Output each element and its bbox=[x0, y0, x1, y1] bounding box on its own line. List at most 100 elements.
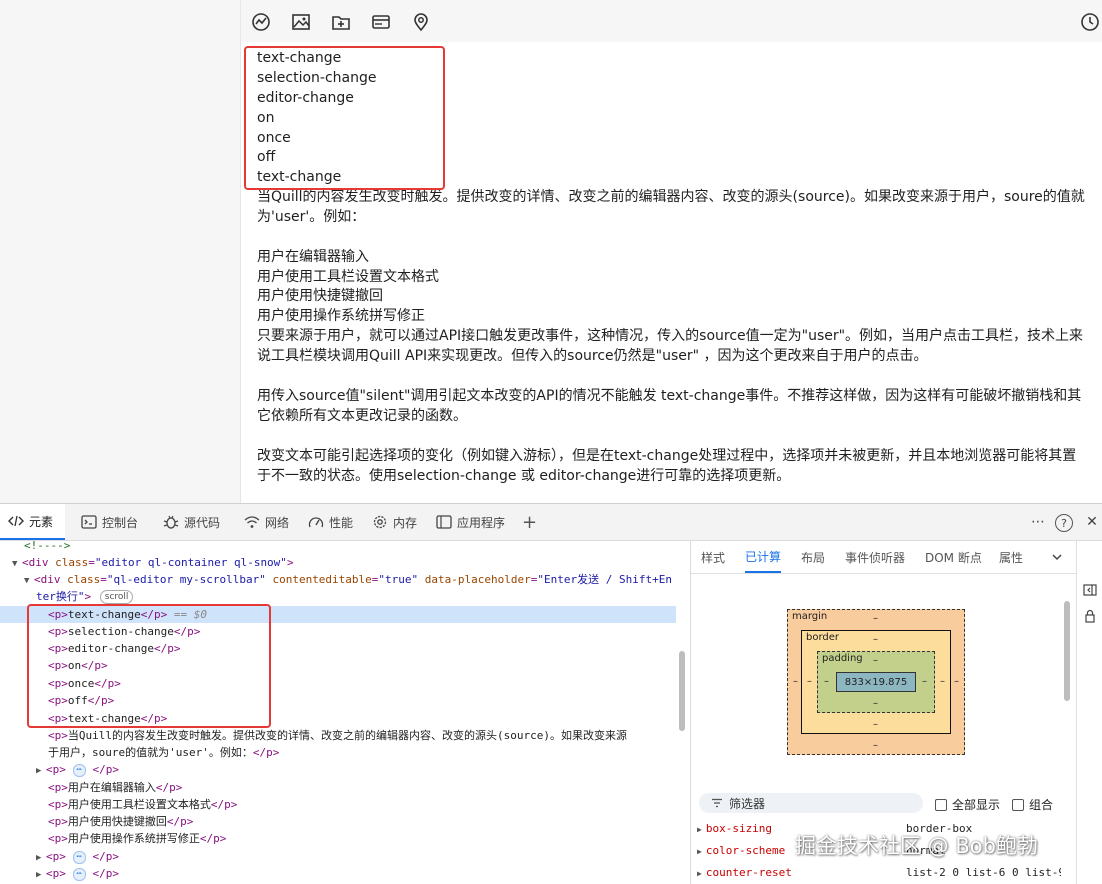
tree-node-p-selected[interactable]: <p>text-change</p> == $0 bbox=[0, 606, 676, 623]
close-icon[interactable]: ✕ bbox=[1082, 512, 1102, 532]
more-options-icon[interactable]: ⋯ bbox=[1028, 512, 1048, 532]
tab-network[interactable]: 网络 bbox=[244, 504, 289, 540]
tab-performance[interactable]: 性能 bbox=[308, 504, 353, 540]
group-checkbox[interactable]: 组合 bbox=[1012, 796, 1053, 813]
right-rail bbox=[1076, 541, 1102, 884]
margin-top-value: – bbox=[873, 613, 878, 624]
tree-node-editor[interactable]: ▼ <div class="ql-editor my-scrollbar" con… bbox=[24, 571, 672, 588]
wifi-icon bbox=[244, 515, 260, 529]
tab-layout[interactable]: 布局 bbox=[801, 541, 825, 573]
expand-triangle-icon[interactable]: ▶ bbox=[36, 763, 46, 780]
tab-elements[interactable]: 元素 bbox=[0, 504, 66, 540]
tab-computed[interactable]: 已计算 bbox=[745, 541, 782, 573]
tab-console[interactable]: 控制台 bbox=[81, 504, 138, 540]
paragraph: 用户使用快捷键撤回 bbox=[257, 288, 383, 304]
tree-node-p[interactable]: <p>once</p> bbox=[48, 675, 121, 692]
margin-right-value: – bbox=[954, 676, 959, 687]
ellipsis-badge[interactable]: ⋯ bbox=[72, 867, 86, 881]
lock-icon[interactable] bbox=[1083, 609, 1097, 623]
side-pane-scrollbar[interactable] bbox=[1064, 601, 1070, 701]
filter-placeholder: 筛选器 bbox=[729, 796, 766, 811]
tree-node-p-collapsed[interactable]: ▶ <p> ⋯ </p> bbox=[36, 865, 119, 882]
scroll-badge[interactable]: scroll bbox=[99, 590, 134, 604]
checkbox-box[interactable] bbox=[1012, 798, 1024, 811]
event-line: text-change bbox=[257, 50, 342, 66]
tab-label: 网络 bbox=[265, 515, 290, 530]
tab-dom-breakpoints[interactable]: DOM 断点 bbox=[925, 541, 982, 573]
devtools-tabbar: 元素 控制台 源代码 网络 性能 内存 应用程序 + ⋯ ? ✕ bbox=[0, 504, 1102, 541]
tab-event-listeners[interactable]: 事件侦听器 bbox=[845, 541, 905, 573]
padding-right-value: – bbox=[922, 676, 927, 687]
paragraph: 用户使用操作系统拼写修正 bbox=[257, 308, 425, 324]
border-top-value: – bbox=[873, 634, 878, 645]
tab-memory[interactable]: 内存 bbox=[372, 504, 417, 540]
tree-node-p[interactable]: <p>editor-change</p> bbox=[48, 640, 180, 657]
tree-node-container[interactable]: ▼ <div class="editor ql-container ql-snow… bbox=[12, 554, 294, 571]
margin-bottom-value: – bbox=[873, 740, 878, 751]
elements-scrollbar[interactable] bbox=[679, 651, 685, 731]
paragraph: 用传入source值"silent"调用引起文本改变的API的情况不能触发 te… bbox=[257, 388, 1082, 424]
expand-triangle-icon[interactable]: ▶ bbox=[36, 867, 46, 884]
padding-bottom-value: – bbox=[873, 698, 878, 709]
border-right-value: – bbox=[940, 676, 945, 687]
expand-triangle-icon[interactable]: ▼ bbox=[12, 556, 22, 573]
watermark-text: 掘金技术社区 @ Bob鲍勃 bbox=[795, 834, 1038, 858]
card-icon[interactable] bbox=[370, 11, 392, 33]
expand-triangle-icon[interactable]: ▼ bbox=[24, 573, 34, 590]
show-all-checkbox[interactable]: 全部显示 bbox=[935, 796, 1000, 813]
tree-node-p-collapsed[interactable]: ▶ <p> ⋯ </p> bbox=[36, 848, 119, 865]
border-label: border bbox=[806, 632, 840, 643]
location-icon[interactable] bbox=[410, 11, 432, 33]
padding-top-value: – bbox=[873, 655, 878, 666]
paragraph: 当Quill的内容发生改变时触发。提供改变的详情、改变之前的编辑器内容、改变的源… bbox=[257, 189, 1085, 225]
gauge-icon bbox=[308, 515, 324, 529]
tree-node-p[interactable]: <p>off</p> bbox=[48, 692, 114, 709]
bug-icon bbox=[163, 515, 179, 529]
tree-comment: <!----> bbox=[24, 541, 71, 552]
tree-node-p[interactable]: <p>用户使用快捷键撤回</p> bbox=[48, 813, 193, 830]
event-line: on bbox=[257, 110, 275, 126]
chevron-down-icon[interactable] bbox=[1051, 541, 1063, 573]
box-model-diagram: margin – – – – border – – – – padding – … bbox=[787, 609, 965, 755]
computed-prop[interactable]: ▶ box-sizing bbox=[697, 819, 772, 839]
filter-input[interactable]: 筛选器 bbox=[699, 793, 923, 813]
tree-node-p[interactable]: <p>用户在编辑器输入</p> bbox=[48, 779, 182, 796]
ellipsis-badge[interactable]: ⋯ bbox=[72, 850, 86, 864]
tab-application[interactable]: 应用程序 bbox=[436, 504, 505, 540]
left-gray-margin bbox=[0, 0, 241, 503]
show-all-label: 全部显示 bbox=[952, 798, 1001, 812]
tree-node-p[interactable]: <p>selection-change</p> bbox=[48, 623, 200, 640]
box-model-content: 833×19.875 bbox=[836, 672, 916, 692]
tree-node-p-long[interactable]: <p>当Quill的内容发生改变时触发。提供改变的详情、改变之前的编辑器内容、改… bbox=[48, 727, 627, 744]
computed-prop[interactable]: ▶ color-scheme bbox=[697, 841, 785, 861]
add-tab-button[interactable]: + bbox=[522, 504, 537, 540]
ellipsis-badge[interactable]: ⋯ bbox=[72, 763, 86, 777]
checkbox-box[interactable] bbox=[935, 798, 947, 811]
tree-node-p[interactable]: <p>on</p> bbox=[48, 657, 108, 674]
paragraph: 用户使用工具栏设置文本格式 bbox=[257, 269, 439, 285]
tree-node-p[interactable]: <p>text-change</p> bbox=[48, 710, 167, 727]
computed-prop[interactable]: ▶ counter-reset bbox=[697, 863, 792, 883]
clock-icon[interactable] bbox=[1079, 11, 1101, 33]
chart-icon[interactable] bbox=[250, 11, 272, 33]
event-line: off bbox=[257, 149, 276, 165]
tab-sources[interactable]: 源代码 bbox=[163, 504, 220, 540]
tree-node-editor-cont: ter换行"> scroll bbox=[36, 588, 134, 605]
dock-icon[interactable] bbox=[1083, 583, 1097, 597]
tab-label: 元素 bbox=[29, 514, 54, 529]
margin-label: margin bbox=[792, 611, 828, 622]
devtools-panel: 元素 控制台 源代码 网络 性能 内存 应用程序 + ⋯ ? ✕ <!---->… bbox=[0, 503, 1102, 884]
image-icon[interactable] bbox=[290, 11, 312, 33]
tree-node-p[interactable]: <p>用户使用操作系统拼写修正</p> bbox=[48, 830, 226, 847]
help-icon[interactable]: ? bbox=[1055, 514, 1073, 532]
editor-content[interactable]: text-change selection-change editor-chan… bbox=[241, 42, 1102, 503]
tree-node-p[interactable]: <p>用户使用工具栏设置文本格式</p> bbox=[48, 796, 237, 813]
tab-label: 控制台 bbox=[102, 515, 139, 530]
elements-tree[interactable]: <!----> ▼ <div class="editor ql-container… bbox=[0, 541, 691, 884]
tab-properties[interactable]: 属性 bbox=[999, 541, 1023, 573]
folder-plus-icon[interactable] bbox=[330, 11, 352, 33]
tab-label: 应用程序 bbox=[457, 515, 506, 530]
tree-node-p-collapsed[interactable]: ▶ <p> ⋯ </p> bbox=[36, 761, 119, 778]
event-line: selection-change bbox=[257, 70, 377, 86]
tab-styles[interactable]: 样式 bbox=[701, 541, 725, 573]
